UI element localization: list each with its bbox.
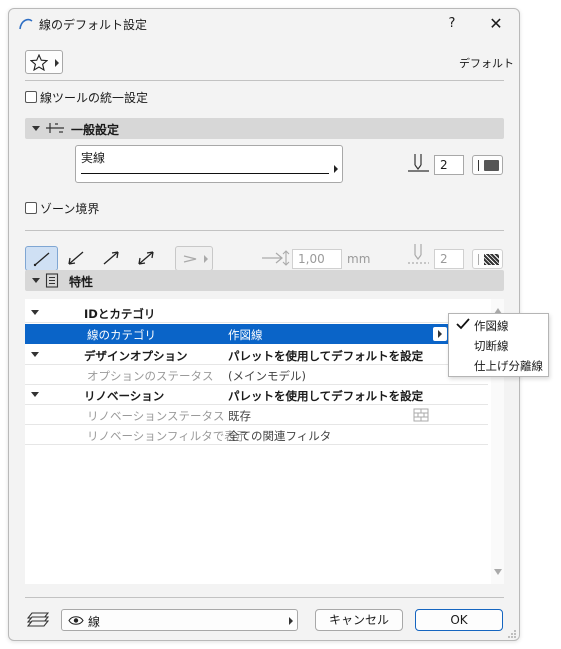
ok-button[interactable]: OK [415,609,503,631]
divider [25,230,504,231]
property-name: リノベーション [84,389,165,403]
property-value: パレットを使用してデフォルトを設定 [228,349,424,363]
line-geometry-single-button[interactable] [25,246,58,271]
pen-icon [408,154,429,172]
property-group-row[interactable]: デザインオプション パレットを使用してデフォルトを設定 [25,345,488,365]
dropdown-arrow-icon [438,330,442,338]
arrowhead-type-button[interactable] [175,246,213,271]
pen-color-divider [478,160,479,171]
collapse-triangle-icon [32,126,40,131]
row-separator [25,322,488,323]
pen-color-swatch [484,160,499,171]
properties-icon [45,273,59,288]
property-value: パレットを使用してデフォルトを設定 [228,389,424,403]
line-geometry-start-arrow-button[interactable] [60,246,93,271]
property-name: IDとカテゴリ [84,307,156,321]
eye-icon [68,616,84,625]
property-row[interactable]: リノベーションフィルタで表示 全ての関連フィルタ [25,425,488,445]
property-name: リノベーションフィルタで表示 [87,429,248,443]
property-group-row[interactable]: リノベーション パレットを使用してデフォルトを設定 [25,385,488,405]
property-value: 全ての関連フィルタ [228,429,332,443]
pen-color-button[interactable] [472,155,503,175]
help-button[interactable]: ? [437,13,467,35]
unified-settings-checkbox[interactable] [25,91,37,103]
line-geometry-both-arrows-button[interactable] [130,246,163,271]
property-name: 線のカテゴリ [87,328,156,342]
zone-boundary-checkbox[interactable] [25,202,37,214]
property-value: 既存 [228,409,251,423]
arrow-pen-number-field[interactable]: 2 [434,249,464,269]
brick-wall-icon [413,408,429,422]
line-start-arrow-icon [68,251,84,265]
general-settings-title: 一般設定 [71,123,120,137]
pen-number-field[interactable]: 2 [434,155,464,175]
expand-triangle-icon [31,352,39,357]
arrow-size-field[interactable]: 1,00 [292,249,342,269]
checkmark-icon [456,318,470,330]
star-icon [30,54,48,71]
row-separator [25,444,488,445]
line-type-arrow-icon [334,165,338,173]
favorites-button[interactable] [25,50,63,74]
expand-triangle-icon [31,310,39,315]
properties-header[interactable]: 特性 [25,270,504,291]
popup-item-section-line[interactable]: 切断線 [474,338,509,354]
property-group-row[interactable]: IDとカテゴリ [25,303,488,323]
arrow-size-icon [262,250,290,266]
line-default-settings-dialog: 線のデフォルト設定 ? ✕ デフォルト 線ツールの統一設定 一般設定 実線 2 … [8,8,520,641]
arrow-pen-color-divider [478,254,479,265]
line-both-arrows-icon [138,251,154,265]
arrowhead-icon [183,255,208,263]
line-type-label: 実線 [81,151,106,165]
unified-settings-label: 線ツールの統一設定 [40,91,149,105]
cancel-button[interactable]: キャンセル [315,609,403,631]
property-name: リノベーションステータス [87,409,225,423]
property-value: (メインモデル) [228,369,306,383]
properties-list: IDとカテゴリ 線のカテゴリ 作図線 デザインオプション パレットを使用してデフ… [25,299,504,584]
divider [25,80,504,81]
popup-item-finish-separation-line[interactable]: 仕上げ分離線 [474,358,543,374]
properties-title: 特性 [69,275,94,289]
property-row[interactable]: オプションのステータス (メインモデル) [25,365,488,385]
property-row[interactable]: リノベーションステータス 既存 [25,405,488,425]
default-label: デフォルト [459,57,514,70]
layer-name: 線 [88,615,101,629]
scroll-down-icon[interactable] [494,569,502,575]
arrow-size-unit: mm [347,252,371,266]
property-value: 作図線 [228,328,263,342]
line-category-popup: 作図線 切断線 仕上げ分離線 [448,313,549,377]
favorites-arrow-icon [55,59,59,67]
arrow-pen-color-button[interactable] [472,249,503,269]
zone-boundary-label: ゾーン境界 [40,202,100,216]
popup-item-drafting-line[interactable]: 作図線 [474,318,509,334]
layer-selector[interactable]: 線 [61,609,298,631]
property-name: デザインオプション [84,349,188,363]
line-type-preview [81,173,329,174]
divider [25,597,504,598]
line-geometry-end-arrow-button[interactable] [95,246,128,271]
close-button[interactable]: ✕ [481,13,511,35]
layers-icon [27,612,49,627]
line-end-arrow-icon [103,251,119,265]
arrow-pen-icon [408,244,429,264]
resize-grip-icon[interactable] [507,629,517,639]
title-bar: 線のデフォルト設定 ? ✕ [9,9,519,39]
line-single-icon [33,252,50,267]
collapse-triangle-icon [32,278,40,283]
category-dropdown-button[interactable] [433,327,447,341]
window-title: 線のデフォルト設定 [39,18,148,32]
property-row-line-category[interactable]: 線のカテゴリ 作図線 [25,324,488,344]
expand-triangle-icon [31,392,39,397]
line-tool-icon [19,18,33,30]
arrow-pen-color-swatch [484,254,499,265]
line-type-selector[interactable]: 実線 [75,145,343,183]
layer-dropdown-arrow-icon [289,617,293,625]
general-settings-header[interactable]: 一般設定 [25,118,504,139]
property-name: オプションのステータス [87,369,214,383]
general-settings-icon [46,123,64,133]
